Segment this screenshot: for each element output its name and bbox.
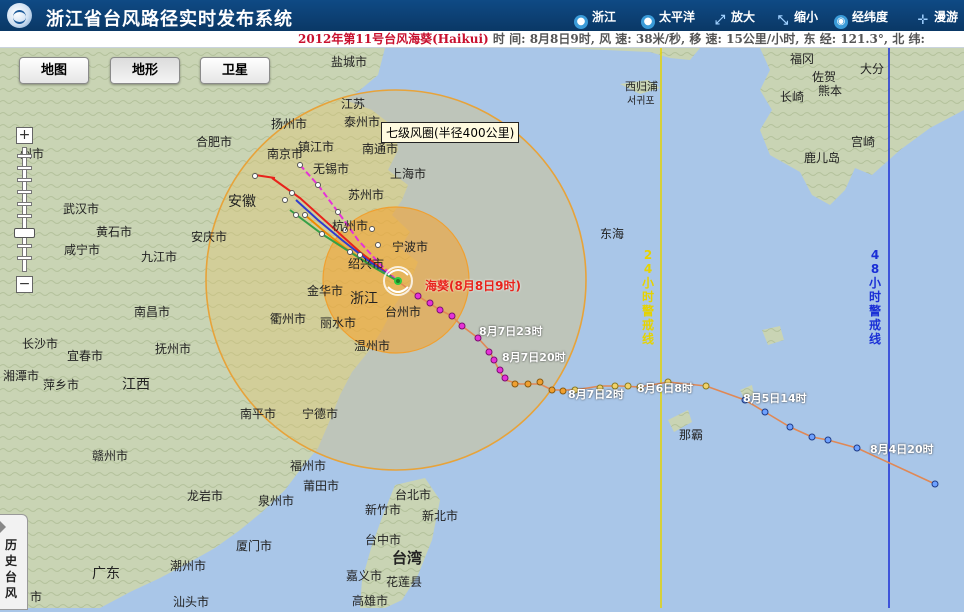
track-label: 8月7日20时 [502, 351, 566, 364]
zoom-tick[interactable] [17, 202, 32, 206]
map-type-map-button[interactable]: 地图 [19, 57, 89, 84]
track-labels: 8月7日23时 8月7日20时 8月7日2时 8月6日8时 8月5日14时 8月… [0, 0, 964, 608]
track-label: 8月4日20时 [870, 443, 934, 456]
zoom-tick[interactable] [17, 154, 32, 158]
track-label: 8月7日2时 [568, 388, 624, 401]
zoom-tick[interactable] [17, 244, 32, 248]
zoom-tick[interactable] [17, 256, 32, 260]
zoom-slider-thumb[interactable] [14, 228, 35, 238]
zoom-tick[interactable] [17, 214, 32, 218]
map-type-satellite-button[interactable]: 卫星 [200, 57, 270, 84]
zoom-tick[interactable] [17, 190, 32, 194]
zoom-tick[interactable] [17, 166, 32, 170]
track-label: 8月6日8时 [637, 382, 693, 395]
typhoon-label: 海葵(8月8日9时) [425, 279, 522, 293]
zoom-tick[interactable] [17, 178, 32, 182]
history-typhoon-tab[interactable]: 历史台风 [0, 514, 28, 610]
track-label: 8月7日23时 [479, 325, 543, 338]
wind-circle-callout: 七级风圈(半径400公里) [381, 122, 520, 143]
zoom-plus-button[interactable]: + [16, 127, 33, 144]
history-tab-label: 历史台风 [5, 538, 18, 600]
track-label: 8月5日14时 [743, 392, 807, 405]
zoom-minus-button[interactable]: − [16, 276, 33, 293]
map-type-terrain-button[interactable]: 地形 [110, 57, 180, 84]
expand-arrow-icon [0, 521, 6, 533]
